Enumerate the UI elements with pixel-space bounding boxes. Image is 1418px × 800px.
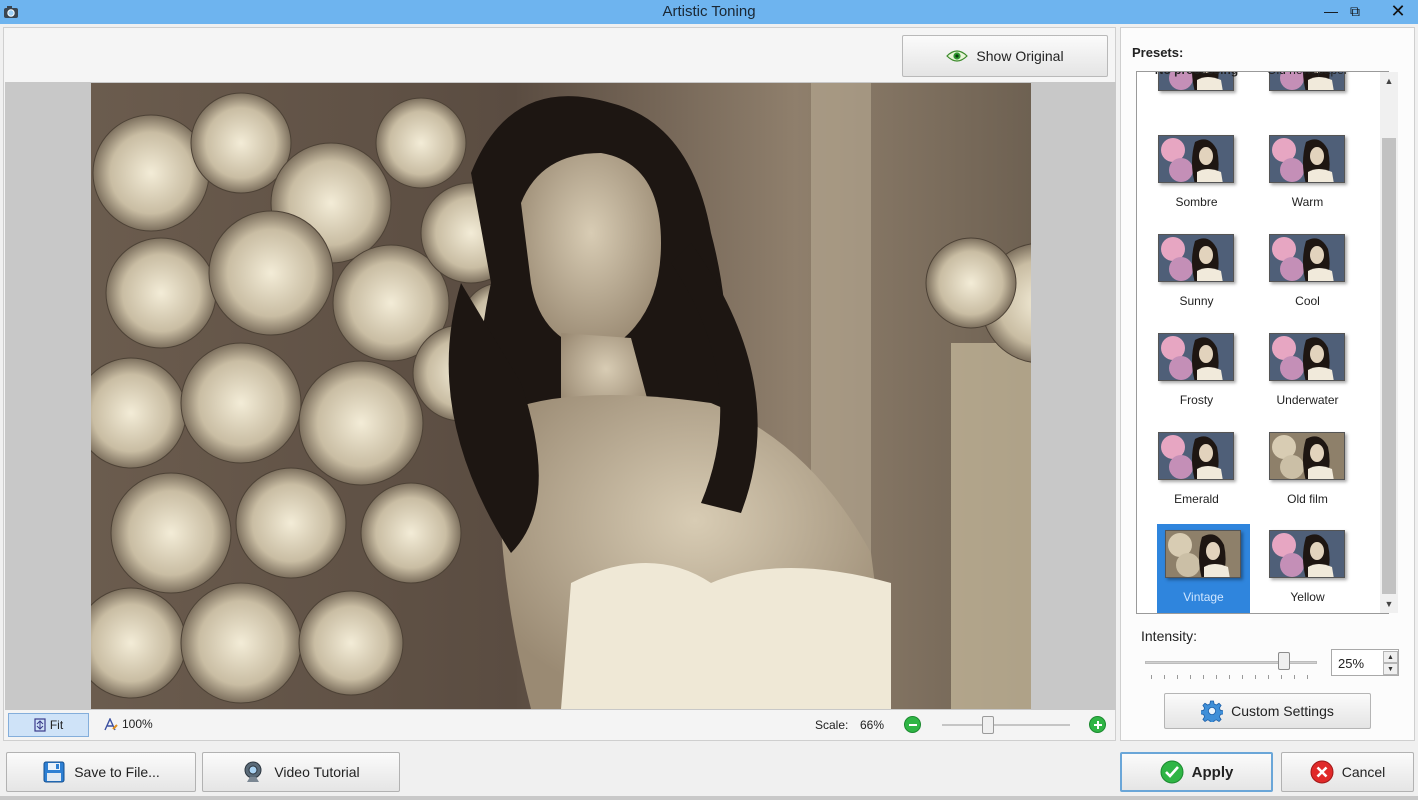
intensity-slider-track[interactable]	[1145, 661, 1317, 664]
zoom-100-label: 100%	[122, 717, 153, 731]
preset-thumbnail	[1158, 135, 1234, 183]
restore-button[interactable]: ⧉	[1342, 0, 1368, 22]
actual-size-icon	[104, 717, 118, 730]
checkmark-icon	[1160, 760, 1184, 784]
preset-thumbnail	[1158, 432, 1234, 480]
custom-settings-button[interactable]: Custom Settings	[1164, 693, 1371, 729]
preview-canvas[interactable]	[5, 82, 1116, 710]
preset-label: Emerald	[1174, 492, 1219, 506]
fit-label: Fit	[49, 718, 64, 732]
preset-item[interactable]: Old newspaper	[1261, 72, 1354, 129]
minimize-button[interactable]: —	[1318, 0, 1344, 22]
scroll-down-icon[interactable]: ▼	[1380, 595, 1398, 613]
intensity-slider-ticks	[1151, 675, 1311, 679]
presets-panel: Presets: No processing Old newspaper Sombr…	[1120, 27, 1415, 741]
preset-thumbnail	[1165, 530, 1241, 578]
spin-up-icon[interactable]: ▲	[1383, 651, 1398, 663]
preset-label: Frosty	[1179, 393, 1214, 407]
preset-item[interactable]: Cool	[1261, 228, 1354, 320]
zoom-slider-thumb[interactable]	[982, 716, 994, 734]
show-original-label: Show Original	[976, 48, 1064, 64]
apply-button[interactable]: Apply	[1120, 752, 1273, 792]
preset-item[interactable]: Old film	[1261, 426, 1354, 518]
title-bar: Artistic Toning — ⧉ ✕	[0, 0, 1418, 24]
preset-thumbnail	[1269, 432, 1345, 480]
preset-thumbnail	[1269, 135, 1345, 183]
zoom-100-button[interactable]: 100%	[104, 717, 153, 731]
preset-label: Yellow	[1290, 590, 1325, 604]
preset-item[interactable]: Sombre	[1150, 129, 1243, 221]
scroll-thumb[interactable]	[1382, 138, 1396, 594]
fit-icon	[34, 718, 46, 732]
preset-thumbnail	[1269, 234, 1345, 282]
preset-item[interactable]: Vintage	[1157, 524, 1250, 613]
preview-photo	[91, 83, 1031, 709]
preset-thumbnail	[1269, 530, 1345, 578]
scale-value: 66%	[860, 718, 885, 732]
custom-settings-label: Custom Settings	[1231, 703, 1334, 719]
cancel-icon	[1310, 760, 1334, 784]
preset-item[interactable]: Sunny	[1150, 228, 1243, 320]
floppy-disk-icon	[43, 761, 65, 783]
video-tutorial-button[interactable]: Video Tutorial	[202, 752, 400, 792]
preset-label: Cool	[1295, 294, 1320, 308]
apply-label: Apply	[1191, 763, 1234, 781]
presets-title: Presets:	[1132, 45, 1184, 60]
preset-label: Underwater	[1276, 393, 1339, 407]
intensity-value[interactable]: 25%	[1338, 656, 1364, 671]
window-bottom-edge	[0, 796, 1418, 800]
preset-item[interactable]: Warm	[1261, 129, 1354, 221]
zoom-in-icon[interactable]	[1089, 716, 1106, 733]
preview-toolbar: Show Original	[4, 28, 1115, 82]
save-label: Save to File...	[74, 764, 160, 780]
preset-item[interactable]: Emerald	[1150, 426, 1243, 518]
preview-panel: Show Original Fit 100% Scale: 66%	[3, 27, 1116, 741]
preset-item[interactable]: No processing	[1150, 72, 1243, 129]
presets-list[interactable]: No processing Old newspaper Sombre Warm Sunn…	[1136, 71, 1389, 614]
close-button[interactable]: ✕	[1378, 0, 1418, 22]
save-to-file-button[interactable]: Save to File...	[6, 752, 196, 792]
zoom-out-icon[interactable]	[904, 716, 921, 733]
show-original-button[interactable]: Show Original	[902, 35, 1108, 77]
preset-item[interactable]: Frosty	[1150, 327, 1243, 419]
gear-icon	[1201, 700, 1224, 722]
preset-label: No processing	[1150, 72, 1243, 77]
window-title: Artistic Toning	[662, 3, 756, 20]
cancel-label: Cancel	[1341, 764, 1386, 780]
preset-label: Old film	[1287, 492, 1328, 506]
cancel-button[interactable]: Cancel	[1281, 752, 1414, 792]
preset-item[interactable]: Yellow	[1261, 524, 1354, 613]
preset-label: Warm	[1291, 195, 1324, 209]
preset-label: Sunny	[1179, 294, 1214, 308]
preset-item[interactable]: Underwater	[1261, 327, 1354, 419]
intensity-label: Intensity:	[1141, 628, 1198, 644]
webcam-icon	[244, 761, 262, 782]
spin-down-icon[interactable]: ▼	[1383, 663, 1398, 675]
preset-label: Old newspaper	[1261, 72, 1354, 77]
preset-thumbnail	[1269, 333, 1345, 381]
preset-thumbnail	[1158, 333, 1234, 381]
video-tutorial-label: Video Tutorial	[274, 764, 360, 780]
zoom-slider-track[interactable]	[942, 724, 1070, 726]
preset-label: Sombre	[1175, 195, 1218, 209]
preset-thumbnail	[1158, 234, 1234, 282]
fit-button[interactable]: Fit	[8, 713, 89, 737]
eye-icon	[946, 50, 969, 62]
scale-label: Scale:	[815, 718, 849, 732]
intensity-spinbox[interactable]: 25% ▲ ▼	[1331, 649, 1399, 676]
preset-label: Vintage	[1183, 590, 1224, 604]
preview-status-bar: Fit 100% Scale: 66%	[4, 710, 1115, 740]
intensity-slider-thumb[interactable]	[1277, 652, 1290, 670]
scroll-up-icon[interactable]: ▲	[1380, 72, 1398, 90]
presets-scrollbar[interactable]: ▲ ▼	[1380, 72, 1398, 613]
